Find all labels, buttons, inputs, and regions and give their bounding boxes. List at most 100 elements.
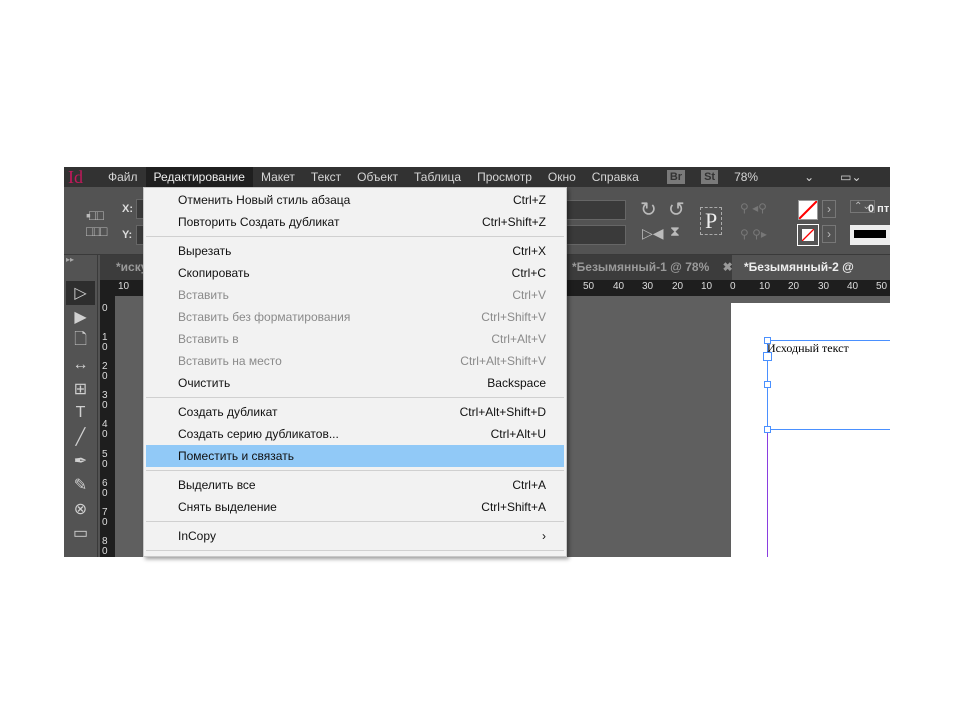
scale-y-select[interactable] [564,225,626,245]
ruler-label: 50 [876,281,888,292]
menu-item-shortcut: Ctrl+Alt+V [491,332,546,346]
ruler-label: 80 [102,536,108,557]
menu-item-label: Отменить Новый стиль абзаца [178,193,351,207]
x-label: X: [122,203,133,215]
menu-separator [146,236,564,237]
menu-item[interactable]: Снять выделение Ctrl+Shift+A [144,496,566,518]
menu-object[interactable]: Объект [349,167,406,187]
menu-item-shortcut: Ctrl+V [512,288,546,302]
menu-item[interactable]: Вставить без форматирования Ctrl+Shift+V [144,306,566,328]
ruler-label: 30 [642,281,654,292]
flip-vertical-icon[interactable]: ⧗ [670,223,680,240]
rotate-cw-icon[interactable]: ↻ [640,197,657,222]
stroke-swatch[interactable] [797,224,819,246]
tab-document-1[interactable]: *Безымянный-1 @ 78% ✖ [560,255,745,280]
menu-item-label: Вставить [178,288,229,302]
document-page[interactable]: Исходный текст [731,303,890,557]
in-port-handle[interactable] [763,352,772,361]
page-tool-icon[interactable]: 🗋 [64,329,97,353]
menu-item[interactable]: Вырезать Ctrl+X [144,240,566,262]
menu-item[interactable]: InCopy › [144,525,566,547]
menu-item-shortcut: Ctrl+C [511,266,546,280]
menu-type[interactable]: Текст [303,167,349,187]
fill-swatch[interactable] [798,200,818,220]
menu-item[interactable]: Скопировать Ctrl+C [144,262,566,284]
select-content-icon[interactable]: ⚲ ⚲▸ [740,227,767,241]
menu-window[interactable]: Окно [540,167,584,187]
menu-item[interactable]: Отменить Новый стиль абзаца Ctrl+Z [144,189,566,211]
flip-horizontal-icon[interactable]: ▷◀ [642,225,664,242]
tab-label: *Безымянный-1 @ 78% [572,260,710,274]
menu-item[interactable]: Вставить в Ctrl+Alt+V [144,328,566,350]
menu-item-shortcut: Backspace [487,376,546,390]
menu-item-label: Вставить без форматирования [178,310,351,324]
menu-file[interactable]: Файл [100,167,146,187]
stroke-weight-field[interactable]: 0 пт [868,203,889,215]
ruler-label: 50 [583,281,595,292]
frame-handle[interactable] [764,426,771,433]
ruler-label: 30 [102,390,108,411]
select-container-icon[interactable]: ⚲ ◂⚲ [740,201,767,215]
menu-item-shortcut: Ctrl+Shift+Z [481,215,546,229]
chevron-down-icon[interactable]: ⌄ [796,167,822,187]
ruler-label: 70 [102,507,108,528]
menu-item[interactable]: Очистить Backspace [144,372,566,394]
menu-item[interactable]: Вставить Ctrl+V [144,284,566,306]
menu-item-label: InCopy [178,529,217,543]
menu-item[interactable]: Создать серию дубликатов... Ctrl+Alt+U [144,423,566,445]
ruler-label: 60 [102,478,108,499]
line-tool-icon[interactable]: ╱ [64,425,97,449]
frame-handle[interactable] [764,337,771,344]
ruler-label: 10 [701,281,713,292]
menu-item-label: Создать дубликат [178,405,278,419]
menu-view[interactable]: Просмотр [469,167,540,187]
direct-selection-tool-icon[interactable]: ▶ [64,305,97,329]
menu-separator [146,521,564,522]
selection-tool-icon[interactable]: ▷ [66,281,95,305]
edit-menu-dropdown: Отменить Новый стиль абзаца Ctrl+Z Повтори… [143,187,567,557]
menu-item[interactable]: Повторить Создать дубликат Ctrl+Shift+Z [144,211,566,233]
menu-help[interactable]: Справка [584,167,647,187]
gap-tool-icon[interactable]: ↔ [64,353,97,377]
menu-item[interactable]: Создать дубликат Ctrl+Alt+Shift+D [144,401,566,423]
type-tool-icon[interactable]: T [64,401,97,425]
stroke-menu-chevron-icon[interactable]: › [822,225,836,243]
rotate-ccw-icon[interactable]: ↺ [668,197,685,222]
content-collector-icon[interactable]: ⊞ [64,377,97,401]
character-style-icon[interactable]: P [700,207,723,235]
tab-document-2[interactable]: *Безымянный-2 @ 78% ✖ [732,255,890,299]
y-label: Y: [122,229,133,241]
fill-menu-chevron-icon[interactable]: › [822,200,836,218]
zoom-level[interactable]: 78% [726,167,796,187]
screen-mode-icon[interactable]: ▭⌄ [832,167,869,187]
menu-item[interactable]: Вставить на место Ctrl+Alt+Shift+V [144,350,566,372]
menu-item-label: Очистить [178,376,231,390]
bridge-button[interactable]: Br [666,170,686,184]
stock-button[interactable]: St [701,170,719,184]
menu-item-shortcut: Ctrl+Alt+U [490,427,546,441]
ruler-label: 40 [102,419,108,440]
reference-point-icon[interactable]: ▪□□ □□□ [86,207,107,239]
app-logo: Id [68,167,83,187]
menu-separator [146,397,564,398]
menu-bar: Id Файл Редактирование Макет Текст Объек… [64,167,890,187]
menu-table[interactable]: Таблица [406,167,469,187]
scale-x-select[interactable] [564,200,626,220]
menu-layout[interactable]: Макет [253,167,303,187]
ruler-label: 50 [102,449,108,470]
frame-text[interactable]: Исходный текст [767,341,849,356]
menu-item[interactable]: Выделить все Ctrl+A [144,474,566,496]
menu-separator [146,550,564,551]
menu-item[interactable]: Поместить и связать [146,445,564,467]
pen-tool-icon[interactable]: ✒ [64,449,97,473]
rectangle-tool-icon[interactable]: ▭ [64,521,97,545]
frame-handle[interactable] [764,381,771,388]
menu-item-label: Вырезать [178,244,232,258]
ellipse-frame-tool-icon[interactable]: ⊗ [64,497,97,521]
menu-item-label: Скопировать [178,266,250,280]
tools-panel: ▸▸ ▷ ▶ 🗋 ↔ ⊞ T ╱ ✒ ✎ ⊗ ▭ [64,255,98,557]
stroke-type-select[interactable] [850,225,890,245]
menu-item-label: Вставить в [178,332,239,346]
menu-edit[interactable]: Редактирование [145,167,253,187]
pencil-tool-icon[interactable]: ✎ [64,473,97,497]
